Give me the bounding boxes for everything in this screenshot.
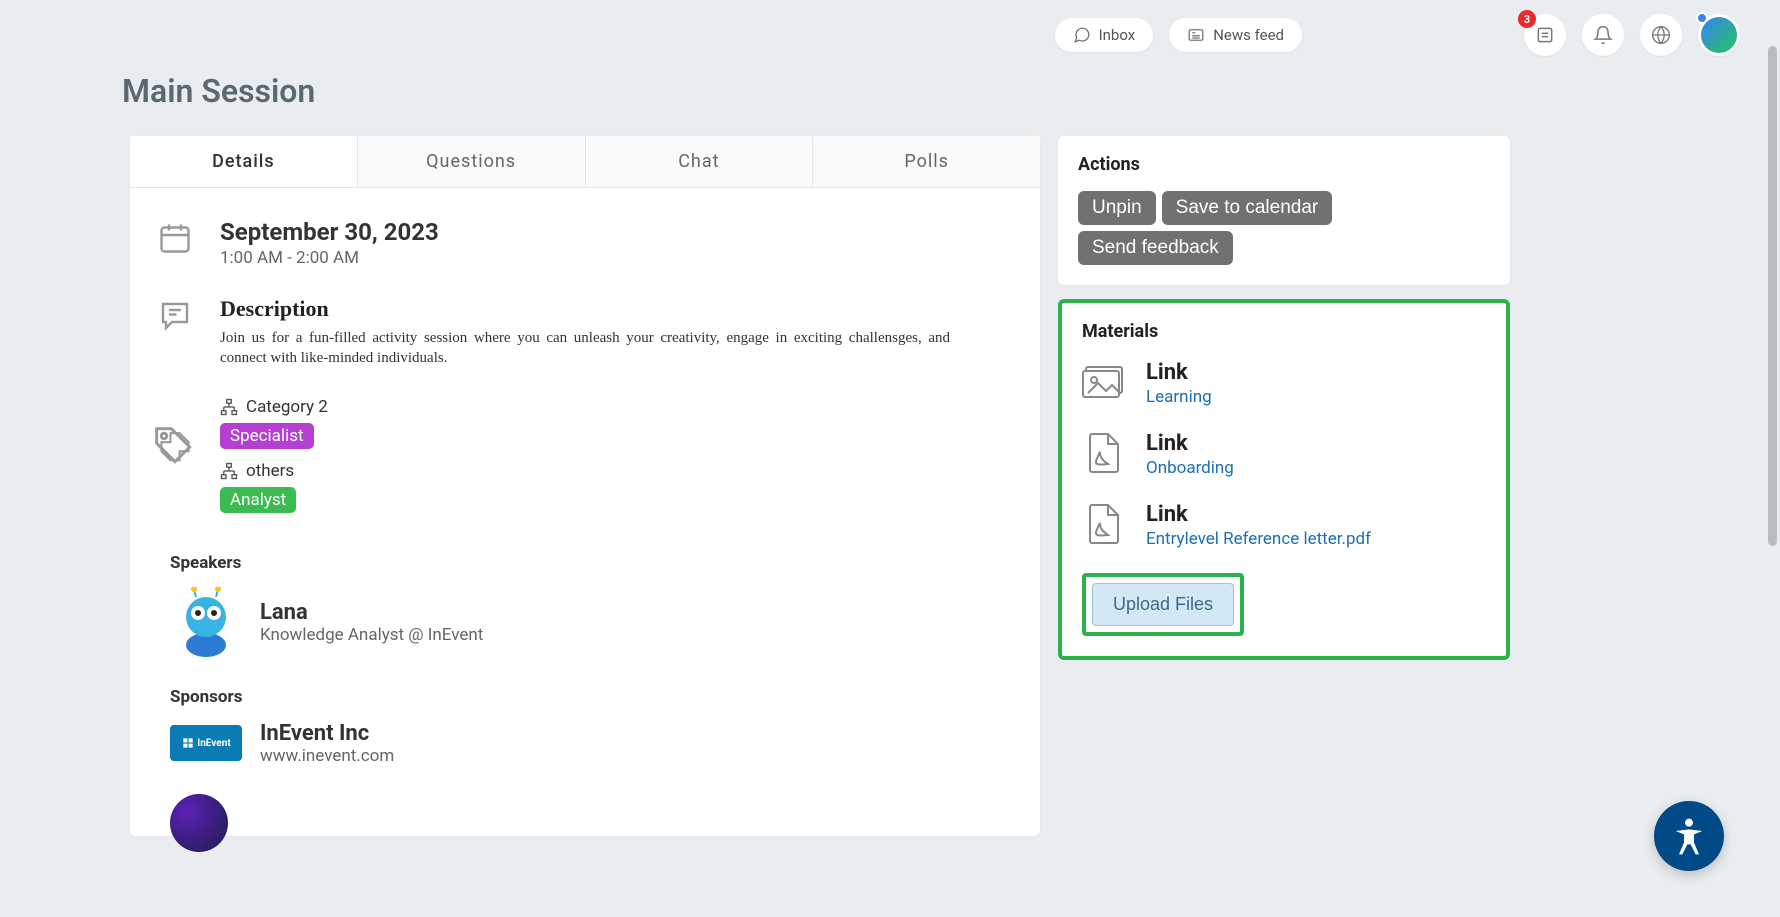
session-time: 1:00 AM - 2:00 AM [220,248,1010,268]
profile-avatar[interactable] [1698,14,1740,56]
pdf-icon [1086,503,1122,545]
tab-polls[interactable]: Polls [813,136,1040,187]
speaker-row[interactable]: Lana Knowledge Analyst @ InEvent [150,587,1010,659]
newsfeed-label: News feed [1213,26,1284,44]
newspaper-icon [1187,26,1205,44]
tag-icon [153,425,197,469]
material-item[interactable]: Link Entrylevel Reference letter.pdf [1082,502,1486,549]
tab-chat[interactable]: Chat [586,136,814,187]
globe-icon [1651,25,1671,45]
details-content: September 30, 2023 1:00 AM - 2:00 AM Des… [130,188,1040,882]
send-feedback-button[interactable]: Send feedback [1078,231,1233,265]
tabs: Details Questions Chat Polls [130,136,1040,188]
tag-specialist: Specialist [220,423,314,449]
bell-icon [1593,25,1613,45]
side-column: Actions Unpin Save to calendar Send feed… [1058,136,1510,660]
page-title: Main Session [122,72,315,110]
description-body: Join us for a fun-filled activity sessio… [220,328,950,369]
hierarchy-icon [220,462,238,480]
upload-files-button[interactable]: Upload Files [1092,583,1234,626]
upload-highlight: Upload Files [1082,573,1244,636]
chat-bubble-icon [1073,26,1091,44]
hierarchy-icon [220,398,238,416]
pdf-icon [1086,432,1122,474]
ticket-button[interactable]: 3 [1524,14,1566,56]
accessibility-fab[interactable] [1654,801,1724,871]
materials-card: Materials Link Learning Link Onboarding [1058,299,1510,660]
material-link[interactable]: Onboarding [1146,458,1234,478]
category-line: others [220,461,1010,481]
sponsor-row[interactable]: InEvent InEvent Inc www.inevent.com [150,721,1010,766]
materials-heading: Materials [1082,321,1486,342]
inbox-button[interactable]: Inbox [1055,18,1154,52]
save-calendar-button[interactable]: Save to calendar [1162,191,1333,225]
newsfeed-button[interactable]: News feed [1169,18,1302,52]
speaker-avatar [170,587,242,659]
tab-details[interactable]: Details [130,136,358,187]
material-link[interactable]: Entrylevel Reference letter.pdf [1146,529,1371,549]
speakers-heading: Speakers [170,553,1010,573]
material-title: Link [1146,502,1371,527]
speaker-role: Knowledge Analyst @ InEvent [260,625,483,645]
description-heading: Description [220,296,1010,322]
unpin-button[interactable]: Unpin [1078,191,1156,225]
material-item[interactable]: Link Learning [1082,360,1486,407]
accessibility-icon [1669,816,1709,856]
ticket-icon [1535,25,1555,45]
category-line: Category 2 [220,397,1010,417]
actions-card: Actions Unpin Save to calendar Send feed… [1058,136,1510,285]
tab-questions[interactable]: Questions [358,136,586,187]
sponsor-avatar-extra[interactable] [170,794,228,852]
image-icon [1082,363,1126,401]
inbox-label: Inbox [1099,26,1136,44]
sponsor-url: www.inevent.com [260,746,394,766]
sponsors-heading: Sponsors [170,687,1010,707]
actions-heading: Actions [1078,154,1490,175]
material-link[interactable]: Learning [1146,387,1212,407]
notifications-button[interactable] [1582,14,1624,56]
category-label: others [246,461,294,481]
tag-analyst: Analyst [220,487,296,513]
session-date: September 30, 2023 [220,218,1010,246]
sponsor-name: InEvent Inc [260,721,394,746]
main-card: Details Questions Chat Polls September 3… [130,136,1040,836]
sponsor-logo: InEvent [170,725,242,761]
language-button[interactable] [1640,14,1682,56]
material-item[interactable]: Link Onboarding [1082,431,1486,478]
notification-badge: 3 [1518,10,1536,28]
calendar-icon [157,220,193,256]
category-label: Category 2 [246,397,328,417]
topbar: Inbox News feed 3 [1055,14,1740,56]
material-title: Link [1146,431,1234,456]
avatar-image [1701,17,1737,53]
material-title: Link [1146,360,1212,385]
speaker-name: Lana [260,600,483,625]
scrollbar[interactable] [1768,46,1777,546]
sponsor-logo-text: InEvent [197,738,230,749]
speech-icon [157,298,193,334]
